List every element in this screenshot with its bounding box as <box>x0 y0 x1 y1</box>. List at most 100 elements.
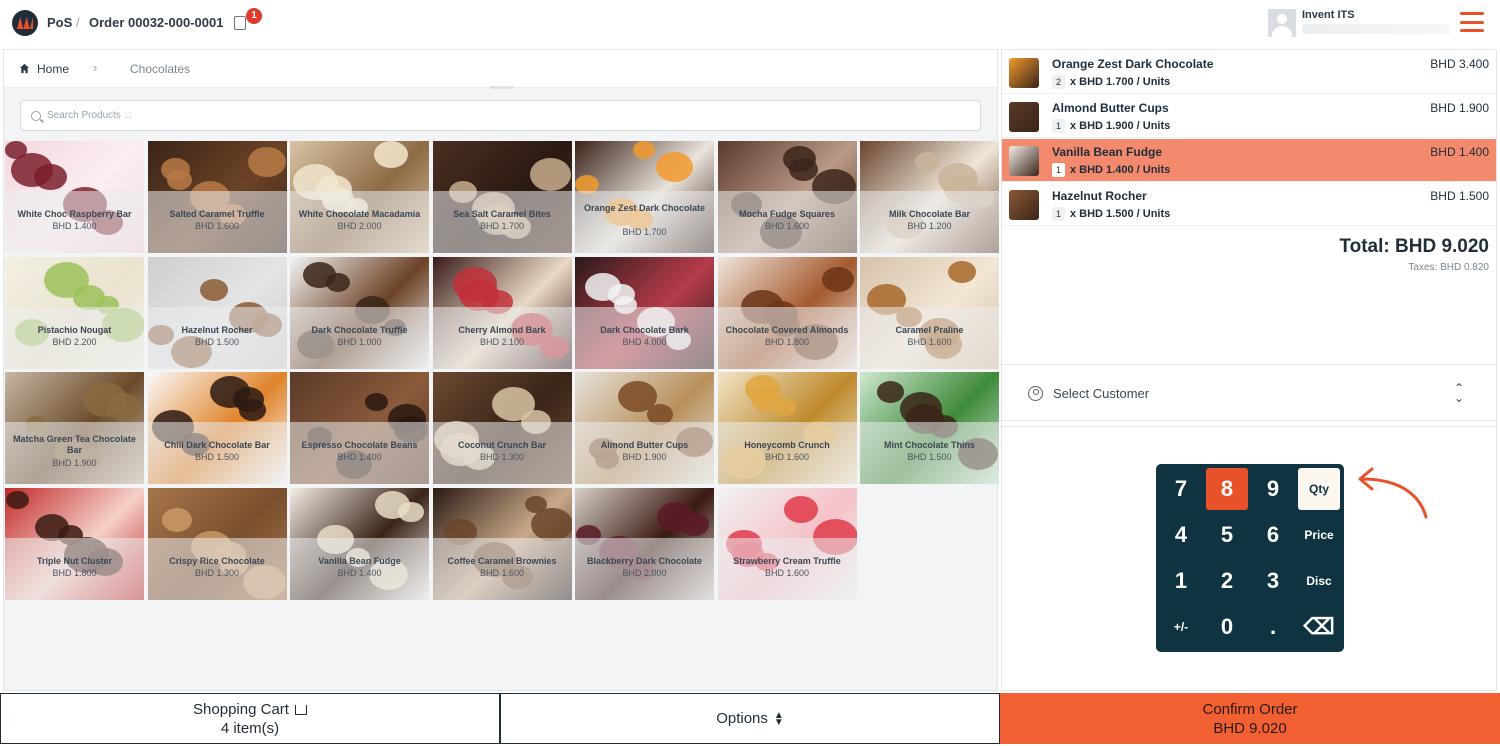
numpad-key-5[interactable]: 5 <box>1206 514 1248 556</box>
product-tile[interactable]: Almond Butter Cups BHD 1.900 <box>575 372 714 484</box>
chevron-right-icon: › <box>93 60 98 75</box>
product-tile[interactable]: Espresso Chocolate Beans BHD 1.400 <box>290 372 429 484</box>
order-line[interactable]: Almond Butter Cups BHD 1.900 1 x BHD 1.900 … <box>1002 95 1496 138</box>
order-total: Total: BHD 9.020 <box>1339 236 1489 257</box>
product-name: Triple Nut Cluster <box>36 555 112 566</box>
product-name: Mocha Fudge Squares <box>738 209 836 219</box>
numpad-key-9[interactable]: 9 <box>1252 468 1294 510</box>
product-tile[interactable]: Coconut Crunch Bar BHD 1.300 <box>432 372 572 484</box>
select-customer-button[interactable]: Select Customer ⌃ ⌄ <box>1002 364 1496 421</box>
product-name: Strawberry Cream Truffle <box>733 555 841 566</box>
backspace-key[interactable]: ⌫ <box>1298 606 1340 648</box>
product-name: Caramel Praline <box>895 324 964 335</box>
product-tile[interactable]: White Choc Raspberry Bar BHD 1.400 <box>5 141 144 253</box>
order-count-badge: 1 <box>246 8 262 24</box>
pointer-arrow-icon <box>1358 467 1428 519</box>
product-price: BHD 1.600 <box>194 221 240 231</box>
product-tile[interactable]: Coffee Caramel Brownies BHD 1.600 <box>432 487 572 600</box>
numpad-key-8[interactable]: 8 <box>1206 468 1248 510</box>
product-tile[interactable]: White Chocolate Macadamia BHD 2.000 <box>290 141 429 253</box>
search-box <box>20 100 981 131</box>
order-line[interactable]: Hazelnut Rocher BHD 1.500 1 x BHD 1.500 / U… <box>1002 183 1496 226</box>
product-tile[interactable]: Dark Chocolate Truffle BHD 1.000 <box>290 256 429 369</box>
product-tile[interactable]: Mocha Fudge Squares BHD 1.600 <box>717 141 857 253</box>
numpad-key-2[interactable]: 2 <box>1206 560 1248 602</box>
qty-mode-key[interactable]: Qty <box>1298 468 1340 510</box>
product-price: BHD 1.300 <box>479 452 525 462</box>
product-tile[interactable]: Sea Salt Caramel Bites BHD 1.700 <box>432 141 572 253</box>
order-line-unit-price: x BHD 1.400 / Units <box>1070 164 1171 176</box>
drag-handle[interactable] <box>490 86 514 89</box>
app-logo[interactable] <box>12 10 38 36</box>
product-tile[interactable]: Crispy Rice Chocolate BHD 1.300 <box>147 487 287 600</box>
plus-minus-key[interactable]: +/- <box>1160 606 1202 648</box>
app-name[interactable]: PoS <box>47 15 72 30</box>
options-label: Options <box>716 710 768 727</box>
product-tile[interactable]: Cherry Almond Bark BHD 2.100 <box>432 256 572 369</box>
shopping-cart-label: Shopping Cart <box>193 700 289 718</box>
product-name: Salted Caramel Truffle <box>169 209 265 219</box>
price-mode-key[interactable]: Price <box>1298 514 1340 556</box>
product-tile[interactable]: Blackberry Dark Chocolate BHD 2.000 <box>575 487 714 600</box>
user-subtitle-redacted <box>1302 24 1450 34</box>
shopping-cart-button[interactable]: Shopping Cart 4 item(s) <box>0 693 500 744</box>
product-tile[interactable]: Orange Zest Dark Chocolate BHD 1.700 <box>575 141 714 253</box>
product-tile[interactable]: Matcha Green Tea Chocolate Bar BHD 1.900 <box>5 372 144 484</box>
product-price: BHD 4.000 <box>622 336 667 347</box>
search-input[interactable] <box>47 101 967 130</box>
product-name: Blackberry Dark Chocolate <box>586 555 703 566</box>
product-tile[interactable]: Chili Dark Chocolate Bar BHD 1.500 <box>147 372 287 484</box>
product-tile[interactable]: Triple Nut Cluster BHD 1.800 <box>5 487 144 600</box>
confirm-order-button[interactable]: Confirm Order BHD 9.020 <box>1000 693 1500 744</box>
user-avatar[interactable] <box>1268 9 1296 37</box>
order-list-icon[interactable] <box>234 16 246 30</box>
order-line-unit-price: x BHD 1.500 / Units <box>1070 208 1171 220</box>
tile-overlay <box>575 191 714 253</box>
product-name: Pistachio Nougat <box>37 324 112 335</box>
product-name: Dark Chocolate Truffle <box>311 324 408 335</box>
product-name: Crispy Rice Chocolate <box>169 555 265 566</box>
product-price: BHD 1.900 <box>52 458 97 468</box>
product-tile[interactable]: Hazelnut Rocher BHD 1.500 <box>147 256 287 369</box>
order-line-qty: 1 <box>1052 119 1065 133</box>
numpad-key-7[interactable]: 7 <box>1160 468 1202 510</box>
product-tile[interactable]: Pistachio Nougat BHD 2.200 <box>5 256 144 369</box>
numpad-key-1[interactable]: 1 <box>1160 560 1202 602</box>
decimal-key[interactable]: . <box>1252 606 1294 648</box>
product-tile[interactable]: Mint Chocolate Thins BHD 1.500 <box>860 372 999 484</box>
numpad-key-0[interactable]: 0 <box>1206 606 1248 648</box>
hamburger-menu-icon[interactable] <box>1460 12 1484 32</box>
options-button[interactable]: Options ▲ ▼ <box>500 693 1000 744</box>
order-line[interactable]: Vanilla Bean Fudge BHD 1.400 1 x BHD 1.400 … <box>1002 139 1496 182</box>
product-tile[interactable]: Chocolate Covered Almonds BHD 1.800 <box>717 256 857 369</box>
breadcrumb-home[interactable]: Home <box>37 62 69 76</box>
order-line-total: BHD 3.400 <box>1430 57 1489 71</box>
product-price: BHD 1.900 <box>622 452 667 462</box>
order-line-thumbnail <box>1009 146 1039 176</box>
product-price: BHD 1.600 <box>479 567 525 578</box>
product-price: BHD 1.600 <box>764 567 810 578</box>
product-tile[interactable]: Caramel Praline BHD 1.600 <box>860 256 999 369</box>
order-line-unit-price: x BHD 1.700 / Units <box>1070 76 1171 88</box>
cart-icon <box>294 704 307 715</box>
product-price: BHD 1.700 <box>479 221 525 231</box>
product-tile[interactable]: Vanilla Bean Fudge BHD 1.400 <box>290 487 429 600</box>
home-icon <box>19 63 30 74</box>
logo-mark <box>17 17 33 29</box>
product-tile[interactable]: Milk Chocolate Bar BHD 1.200 <box>860 141 999 253</box>
order-taxes: Taxes: BHD 0.820 <box>1408 262 1489 273</box>
order-line-total: BHD 1.500 <box>1430 189 1489 203</box>
order-line-thumbnail <box>1009 58 1039 88</box>
numpad-key-3[interactable]: 3 <box>1252 560 1294 602</box>
product-tile[interactable]: Strawberry Cream Truffle BHD 1.600 <box>717 487 857 600</box>
bottom-bar: Shopping Cart 4 item(s) Options ▲ ▼ Confir… <box>0 693 1500 746</box>
confirm-order-label: Confirm Order <box>1202 700 1298 718</box>
numpad-key-4[interactable]: 4 <box>1160 514 1202 556</box>
discount-mode-key[interactable]: Disc <box>1298 560 1340 602</box>
order-line[interactable]: Orange Zest Dark Chocolate BHD 3.400 2 x BH… <box>1002 51 1496 94</box>
numpad-key-6[interactable]: 6 <box>1252 514 1294 556</box>
product-tile[interactable]: Dark Chocolate Bark BHD 4.000 <box>575 256 714 369</box>
product-name: Sea Salt Caramel Bites <box>453 209 551 219</box>
product-tile[interactable]: Salted Caramel Truffle BHD 1.600 <box>147 141 287 253</box>
product-tile[interactable]: Honeycomb Crunch BHD 1.600 <box>717 372 857 484</box>
